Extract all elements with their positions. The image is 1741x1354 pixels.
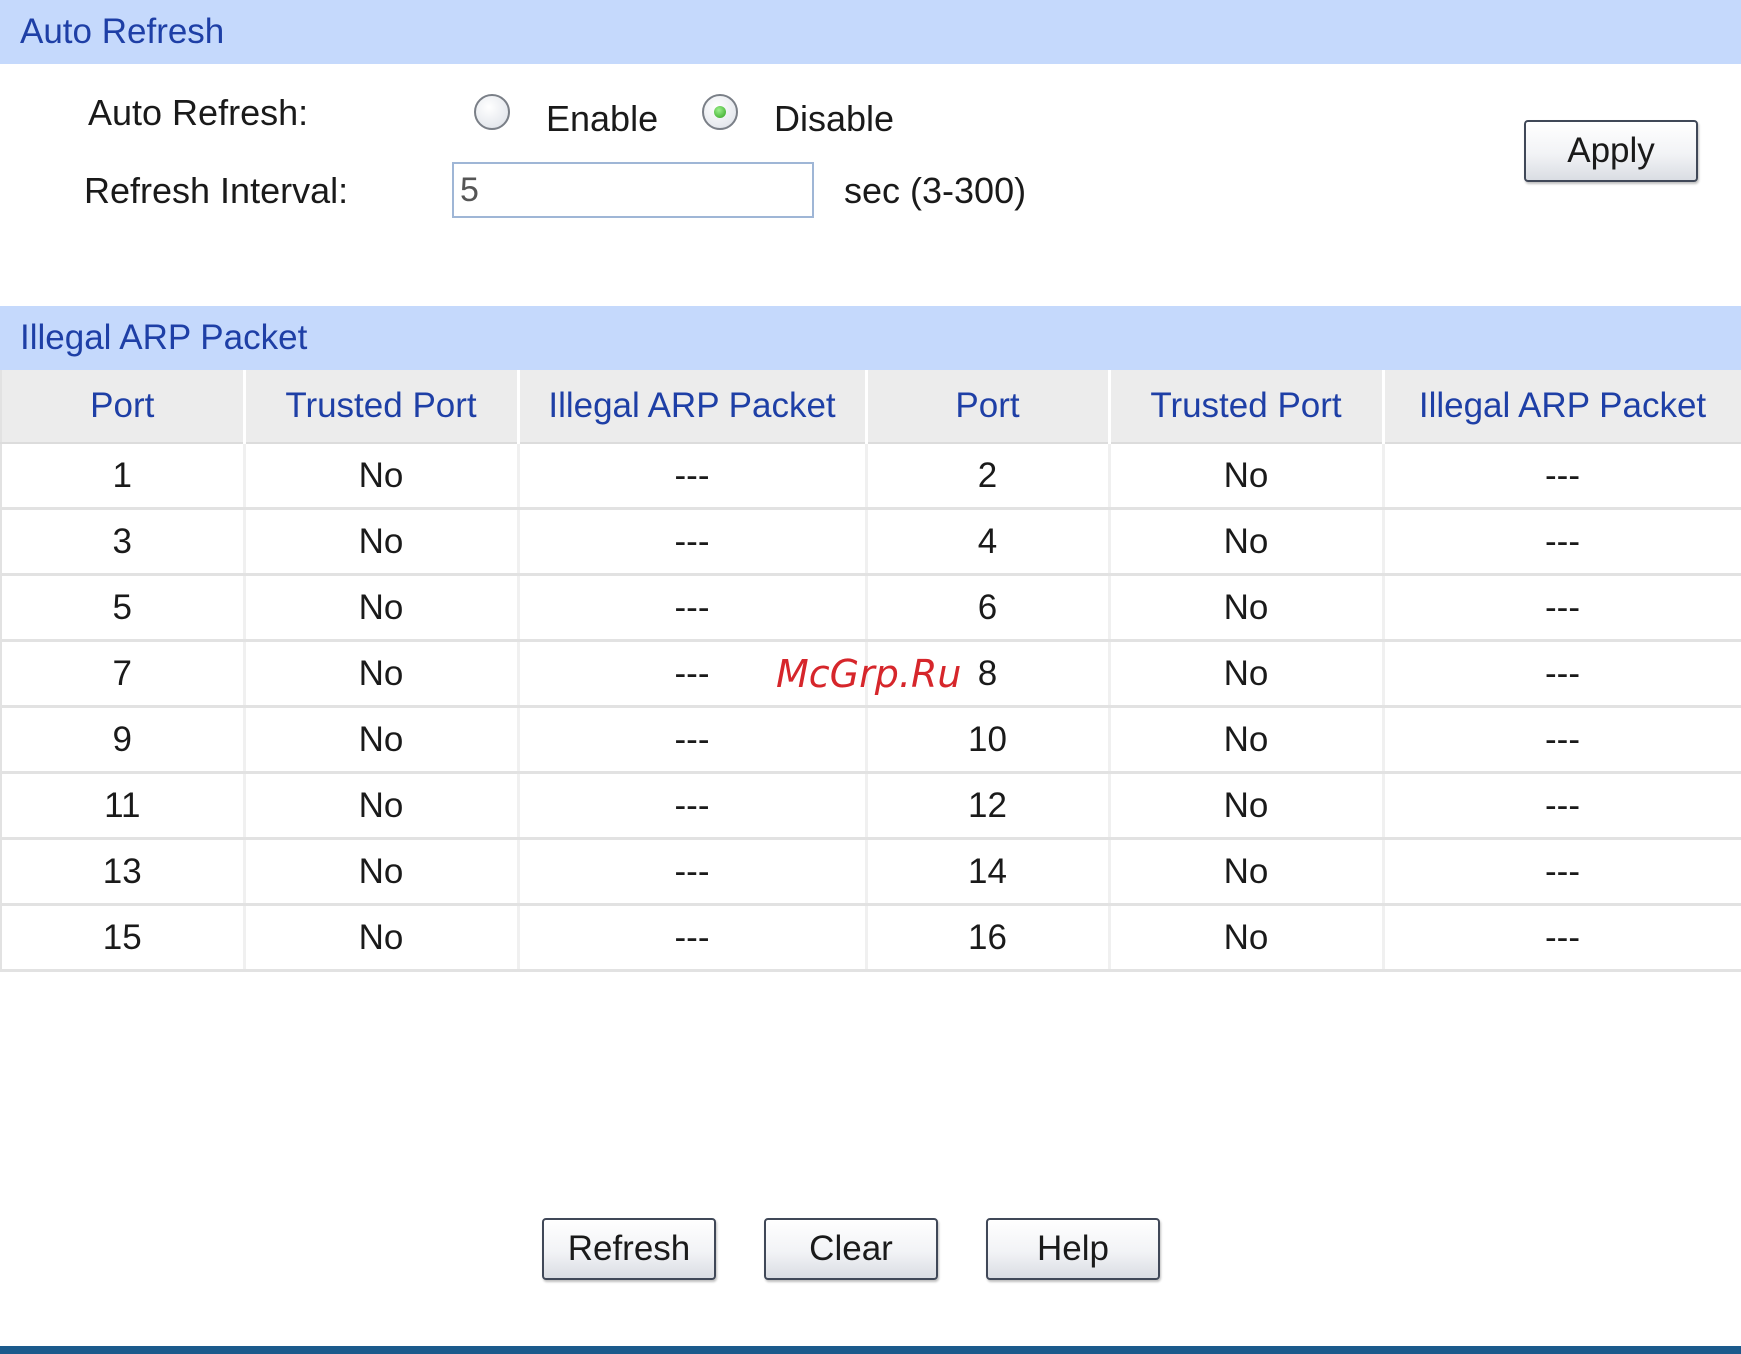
illegal-arp-cell: ---	[1383, 904, 1741, 972]
trusted-port-cell: No	[1109, 640, 1385, 708]
trusted-port-cell: No	[1109, 443, 1385, 510]
illegal-arp-cell: ---	[518, 443, 868, 510]
illegal-arp-section-header: Illegal ARP Packet	[0, 306, 1741, 370]
port-cell: 15	[0, 904, 246, 972]
port-cell: 12	[866, 772, 1111, 840]
trusted-port-cell: No	[244, 574, 520, 642]
enable-radio[interactable]	[474, 94, 510, 130]
port-cell: 10	[866, 706, 1111, 774]
port-cell: 11	[0, 772, 246, 840]
trusted-port-cell: No	[244, 706, 520, 774]
radio-selected-dot	[714, 106, 726, 118]
port-cell: 5	[0, 574, 246, 642]
illegal-arp-cell: ---	[518, 838, 868, 906]
trusted-port-cell: No	[244, 838, 520, 906]
port-cell: 16	[866, 904, 1111, 972]
illegal-arp-cell: ---	[518, 904, 868, 972]
disable-radio-label[interactable]: Disable	[774, 98, 894, 140]
column-header-trusted-port: Trusted Port	[244, 370, 520, 444]
table-row: 5 No --- 6 No ---	[0, 574, 1741, 642]
port-cell: 14	[866, 838, 1111, 906]
illegal-arp-cell: ---	[1383, 706, 1741, 774]
refresh-interval-input[interactable]	[452, 162, 814, 218]
trusted-port-cell: No	[1109, 574, 1385, 642]
enable-radio-label[interactable]: Enable	[546, 98, 658, 140]
column-header-port: Port	[866, 370, 1111, 444]
illegal-arp-cell: ---	[1383, 508, 1741, 576]
clear-button[interactable]: Clear	[764, 1218, 938, 1280]
trusted-port-cell: No	[1109, 838, 1385, 906]
port-cell: 9	[0, 706, 246, 774]
illegal-arp-cell: ---	[1383, 772, 1741, 840]
apply-button[interactable]: Apply	[1524, 120, 1698, 182]
port-cell: 13	[0, 838, 246, 906]
refresh-interval-unit: sec (3-300)	[844, 170, 1027, 211]
illegal-arp-cell: ---	[518, 508, 868, 576]
port-cell: 7	[0, 640, 246, 708]
port-cell: 3	[0, 508, 246, 576]
trusted-port-cell: No	[244, 772, 520, 840]
port-cell: 6	[866, 574, 1111, 642]
trusted-port-cell: No	[244, 508, 520, 576]
table-row: 13 No --- 14 No ---	[0, 838, 1741, 906]
table-row: 1 No --- 2 No ---	[0, 443, 1741, 510]
trusted-port-cell: No	[1109, 772, 1385, 840]
table-row: 15 No --- 16 No ---	[0, 904, 1741, 972]
illegal-arp-cell: ---	[518, 772, 868, 840]
illegal-arp-cell: ---	[518, 706, 868, 774]
illegal-arp-cell: ---	[1383, 443, 1741, 510]
port-cell: 4	[866, 508, 1111, 576]
port-cell: 1	[0, 443, 246, 510]
illegal-arp-cell: ---	[1383, 574, 1741, 642]
trusted-port-cell: No	[244, 640, 520, 708]
refresh-button[interactable]: Refresh	[542, 1218, 716, 1280]
trusted-port-cell: No	[1109, 706, 1385, 774]
illegal-arp-cell: ---	[1383, 640, 1741, 708]
port-cell: 2	[866, 443, 1111, 510]
auto-refresh-section-header: Auto Refresh	[0, 0, 1741, 64]
trusted-port-cell: No	[1109, 904, 1385, 972]
trusted-port-cell: No	[244, 443, 520, 510]
column-header-trusted-port: Trusted Port	[1109, 370, 1385, 444]
bottom-bar	[0, 1346, 1741, 1354]
table-row: 9 No --- 10 No ---	[0, 706, 1741, 774]
auto-refresh-label: Auto Refresh:	[88, 92, 309, 133]
refresh-interval-label: Refresh Interval:	[84, 170, 349, 211]
table-header-row: Port Trusted Port Illegal ARP Packet Por…	[0, 370, 1741, 444]
trusted-port-cell: No	[244, 904, 520, 972]
table-row: 3 No --- 4 No ---	[0, 508, 1741, 576]
table-row: 11 No --- 12 No ---	[0, 772, 1741, 840]
column-header-illegal-arp-packet: Illegal ARP Packet	[518, 370, 868, 444]
illegal-arp-cell: ---	[1383, 838, 1741, 906]
trusted-port-cell: No	[1109, 508, 1385, 576]
column-header-port: Port	[0, 370, 246, 444]
help-button[interactable]: Help	[986, 1218, 1160, 1280]
disable-radio[interactable]	[702, 94, 738, 130]
column-header-illegal-arp-packet: Illegal ARP Packet	[1383, 370, 1741, 444]
illegal-arp-cell: ---	[518, 574, 868, 642]
watermark-text: McGrp.Ru	[776, 652, 962, 696]
